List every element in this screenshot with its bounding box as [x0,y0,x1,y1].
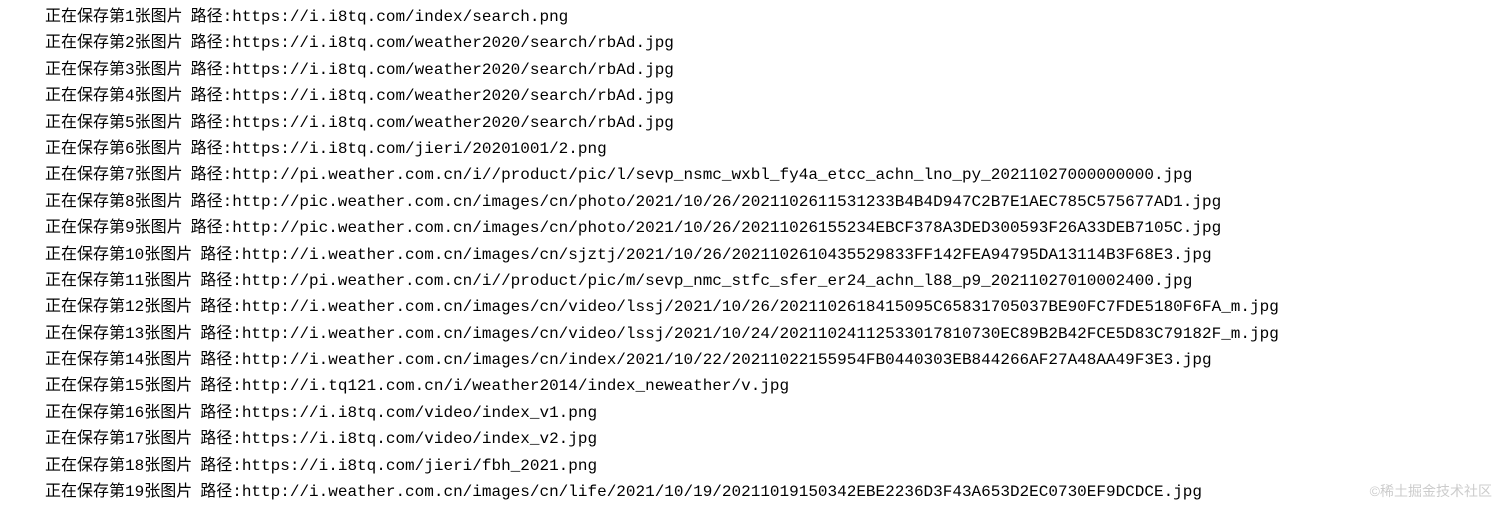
path-label: 路径: [200,377,242,395]
log-url: https://i.i8tq.com/weather2020/search/rb… [232,34,674,52]
log-line: 正在保存第17张图片路径:https://i.i8tq.com/video/in… [45,426,1500,452]
log-line: 正在保存第15张图片路径:http://i.tq121.com.cn/i/wea… [45,373,1500,399]
log-url: http://pic.weather.com.cn/images/cn/phot… [232,219,1221,237]
log-prefix: 正在保存第10张图片 [45,246,192,264]
log-line: 正在保存第6张图片路径:https://i.i8tq.com/jieri/202… [45,136,1500,162]
watermark-text: ©稀土掘金技术社区 [1370,480,1492,503]
path-label: 路径: [200,325,242,343]
log-line: 正在保存第10张图片路径:http://i.weather.com.cn/ima… [45,242,1500,268]
log-prefix: 正在保存第7张图片 [45,166,183,184]
path-label: 路径: [191,8,233,26]
log-line: 正在保存第11张图片路径:http://pi.weather.com.cn/i/… [45,268,1500,294]
log-line: 正在保存第7张图片路径:http://pi.weather.com.cn/i//… [45,162,1500,188]
log-url: http://i.weather.com.cn/images/cn/index/… [242,351,1212,369]
log-line: 正在保存第18张图片路径:https://i.i8tq.com/jieri/fb… [45,453,1500,479]
log-url: http://pi.weather.com.cn/i//product/pic/… [232,166,1192,184]
log-line: 正在保存第5张图片路径:https://i.i8tq.com/weather20… [45,110,1500,136]
log-prefix: 正在保存第1张图片 [45,8,183,26]
path-label: 路径: [200,246,242,264]
log-line: 正在保存第14张图片路径:http://i.weather.com.cn/ima… [45,347,1500,373]
log-prefix: 正在保存第13张图片 [45,325,192,343]
log-prefix: 正在保存第12张图片 [45,298,192,316]
log-line: 正在保存第1张图片路径:https://i.i8tq.com/index/sea… [45,4,1500,30]
log-prefix: 正在保存第2张图片 [45,34,183,52]
path-label: 路径: [200,404,242,422]
log-line: 正在保存第13张图片路径:http://i.weather.com.cn/ima… [45,321,1500,347]
path-label: 路径: [200,483,242,501]
log-url: http://i.weather.com.cn/images/cn/video/… [242,325,1279,343]
log-url: http://i.weather.com.cn/images/cn/sjztj/… [242,246,1212,264]
path-label: 路径: [200,457,242,475]
log-prefix: 正在保存第15张图片 [45,377,192,395]
log-url: https://i.i8tq.com/index/search.png [232,8,568,26]
log-prefix: 正在保存第6张图片 [45,140,183,158]
path-label: 路径: [191,219,233,237]
console-output: 正在保存第1张图片路径:https://i.i8tq.com/index/sea… [45,4,1500,505]
log-line: 正在保存第2张图片路径:https://i.i8tq.com/weather20… [45,30,1500,56]
path-label: 路径: [191,61,233,79]
log-prefix: 正在保存第4张图片 [45,87,183,105]
log-prefix: 正在保存第11张图片 [45,272,192,290]
log-url: http://i.tq121.com.cn/i/weather2014/inde… [242,377,789,395]
log-url: https://i.i8tq.com/weather2020/search/rb… [232,114,674,132]
log-prefix: 正在保存第14张图片 [45,351,192,369]
log-line: 正在保存第8张图片路径:http://pic.weather.com.cn/im… [45,189,1500,215]
log-url: http://i.weather.com.cn/images/cn/video/… [242,298,1279,316]
path-label: 路径: [191,34,233,52]
log-prefix: 正在保存第19张图片 [45,483,192,501]
path-label: 路径: [191,114,233,132]
log-line: 正在保存第9张图片路径:http://pic.weather.com.cn/im… [45,215,1500,241]
path-label: 路径: [191,193,233,211]
log-line: 正在保存第16张图片路径:https://i.i8tq.com/video/in… [45,400,1500,426]
log-line: 正在保存第12张图片路径:http://i.weather.com.cn/ima… [45,294,1500,320]
path-label: 路径: [191,87,233,105]
log-url: https://i.i8tq.com/weather2020/search/rb… [232,61,674,79]
path-label: 路径: [200,272,242,290]
log-prefix: 正在保存第17张图片 [45,430,192,448]
log-url: https://i.i8tq.com/video/index_v1.png [242,404,597,422]
log-line: 正在保存第3张图片路径:https://i.i8tq.com/weather20… [45,57,1500,83]
log-prefix: 正在保存第9张图片 [45,219,183,237]
path-label: 路径: [191,140,233,158]
log-url: http://pic.weather.com.cn/images/cn/phot… [232,193,1221,211]
log-prefix: 正在保存第3张图片 [45,61,183,79]
path-label: 路径: [191,166,233,184]
log-url: https://i.i8tq.com/jieri/fbh_2021.png [242,457,597,475]
log-url: https://i.i8tq.com/weather2020/search/rb… [232,87,674,105]
path-label: 路径: [200,430,242,448]
log-url: http://pi.weather.com.cn/i//product/pic/… [242,272,1193,290]
log-url: https://i.i8tq.com/video/index_v2.jpg [242,430,597,448]
log-url: http://i.weather.com.cn/images/cn/life/2… [242,483,1202,501]
log-line: 正在保存第19张图片路径:http://i.weather.com.cn/ima… [45,479,1500,505]
path-label: 路径: [200,298,242,316]
log-prefix: 正在保存第16张图片 [45,404,192,422]
log-url: https://i.i8tq.com/jieri/20201001/2.png [232,140,606,158]
log-prefix: 正在保存第18张图片 [45,457,192,475]
log-line: 正在保存第4张图片路径:https://i.i8tq.com/weather20… [45,83,1500,109]
log-prefix: 正在保存第5张图片 [45,114,183,132]
log-prefix: 正在保存第8张图片 [45,193,183,211]
path-label: 路径: [200,351,242,369]
